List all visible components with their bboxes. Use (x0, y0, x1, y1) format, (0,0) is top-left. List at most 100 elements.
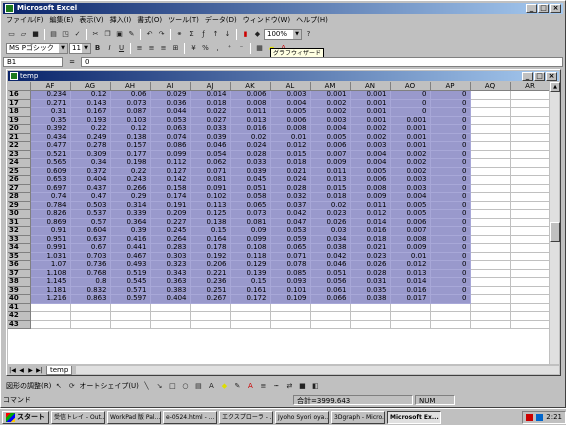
cell[interactable] (470, 243, 511, 253)
cell[interactable]: 0.028 (270, 184, 311, 193)
cell[interactable] (470, 218, 511, 227)
cell[interactable]: 0 (430, 141, 471, 151)
cell[interactable]: 0.061 (310, 286, 351, 295)
cell[interactable]: 0.519 (110, 269, 151, 278)
cell[interactable]: 0.363 (150, 277, 191, 287)
cell[interactable] (470, 201, 511, 210)
cell[interactable] (270, 320, 311, 329)
print-preview-icon[interactable]: ◳ (60, 29, 71, 40)
column-header[interactable]: AO (390, 82, 431, 91)
cell[interactable]: 0.271 (30, 99, 71, 108)
fill-color-icon[interactable]: ◆ (219, 381, 230, 392)
cell[interactable]: 0.404 (70, 175, 111, 185)
cell[interactable]: 0.108 (230, 243, 271, 253)
cell[interactable]: 0.037 (270, 201, 311, 210)
cell[interactable]: 0.164 (190, 235, 231, 244)
undo-icon[interactable]: ↶ (144, 29, 155, 40)
cell[interactable] (510, 209, 549, 219)
cell[interactable] (310, 311, 351, 321)
column-header[interactable]: AR (510, 82, 549, 91)
cell[interactable]: 0 (430, 167, 471, 176)
row-header[interactable]: 39 (8, 286, 31, 295)
task-html[interactable]: e-0524.html - ... (163, 410, 217, 424)
cell[interactable]: 0.093 (270, 277, 311, 287)
cell[interactable]: 0.343 (150, 269, 191, 278)
cell[interactable]: 0.951 (30, 235, 71, 244)
cell[interactable]: 0 (390, 107, 431, 117)
cell[interactable]: 0 (430, 235, 471, 244)
cell[interactable]: 0 (430, 192, 471, 202)
cell[interactable]: 0.016 (230, 124, 271, 134)
cell[interactable]: 0.002 (350, 133, 391, 142)
cell[interactable] (470, 320, 511, 329)
cell[interactable]: 0.009 (350, 192, 391, 202)
hyperlink-icon[interactable]: ⚭ (174, 29, 185, 40)
cell[interactable]: 0.09 (230, 226, 271, 236)
cell[interactable]: 0.157 (110, 141, 151, 151)
cell[interactable]: 0.67 (70, 243, 111, 253)
paste-icon[interactable]: ▣ (114, 29, 125, 40)
cell[interactable]: 0.001 (350, 116, 391, 125)
cell[interactable]: 0.002 (390, 167, 431, 176)
column-header[interactable]: AP (430, 82, 471, 91)
cell[interactable]: 0.003 (390, 175, 431, 185)
cell[interactable]: 0.12 (110, 124, 151, 134)
cell[interactable]: 0.042 (270, 209, 311, 219)
cell[interactable]: 0 (430, 158, 471, 168)
currency-icon[interactable]: ¥ (188, 43, 199, 54)
cell[interactable] (230, 303, 271, 312)
cell[interactable]: 0 (430, 226, 471, 236)
sort-desc-icon[interactable]: ↓ (222, 29, 233, 40)
cell[interactable] (470, 133, 511, 142)
cell[interactable]: 0.001 (390, 116, 431, 125)
cell[interactable]: 0.004 (270, 99, 311, 108)
cell[interactable]: 0.004 (310, 124, 351, 134)
cell[interactable] (510, 107, 549, 117)
horizontal-scrollbar[interactable] (76, 366, 559, 374)
menu-tools[interactable]: ツール(T) (165, 15, 202, 26)
menu-file[interactable]: ファイル(F) (3, 15, 47, 26)
cell[interactable]: 0.002 (310, 107, 351, 117)
cell[interactable] (470, 99, 511, 108)
cell[interactable]: 0.441 (110, 243, 151, 253)
cell[interactable]: 0.004 (350, 150, 391, 159)
cell[interactable]: 0.112 (150, 158, 191, 168)
draw-menu[interactable]: 図形の調整(R) (6, 381, 51, 391)
cell[interactable] (470, 107, 511, 117)
cell[interactable]: 0 (430, 175, 471, 185)
rotate-icon[interactable]: ⟳ (66, 381, 77, 392)
cell[interactable] (510, 99, 549, 108)
cell[interactable]: 0.026 (310, 218, 351, 227)
cell[interactable]: 0.02 (230, 133, 271, 142)
select-objects-icon[interactable]: ↖ (53, 381, 64, 392)
cell[interactable]: 0.266 (110, 184, 151, 193)
font-size-combo[interactable]: 11 ▼ (69, 42, 91, 54)
cell[interactable] (190, 303, 231, 312)
cell[interactable]: 0.044 (150, 107, 191, 117)
cell[interactable]: 0.024 (230, 141, 271, 151)
row-header[interactable]: 20 (8, 124, 31, 134)
cell[interactable]: 0.009 (310, 158, 351, 168)
task-explorer[interactable]: エクスプローラ - ... (219, 410, 273, 424)
row-header[interactable]: 40 (8, 294, 31, 304)
cell[interactable]: 0.249 (70, 133, 111, 142)
task-excel[interactable]: Microsoft Ex... (387, 410, 441, 424)
cell[interactable]: 0.571 (110, 286, 151, 295)
cell[interactable]: 0.063 (150, 124, 191, 134)
cell[interactable] (470, 150, 511, 159)
cell[interactable]: 0.604 (70, 226, 111, 236)
cell[interactable] (470, 124, 511, 134)
cell[interactable]: 0.039 (190, 133, 231, 142)
italic-button[interactable]: I (104, 43, 115, 54)
cell[interactable]: 0 (430, 124, 471, 134)
row-header[interactable]: 41 (8, 303, 31, 312)
cell[interactable]: 0.172 (230, 294, 271, 304)
cell[interactable] (510, 158, 549, 168)
spelling-icon[interactable]: ✓ (72, 29, 83, 40)
cell[interactable]: 0.74 (30, 192, 71, 202)
cell[interactable]: 0.001 (350, 99, 391, 108)
cell[interactable] (110, 311, 151, 321)
cell[interactable]: 0.099 (150, 150, 191, 159)
cell[interactable]: 0.001 (350, 90, 391, 100)
cell[interactable]: 0.001 (310, 90, 351, 100)
